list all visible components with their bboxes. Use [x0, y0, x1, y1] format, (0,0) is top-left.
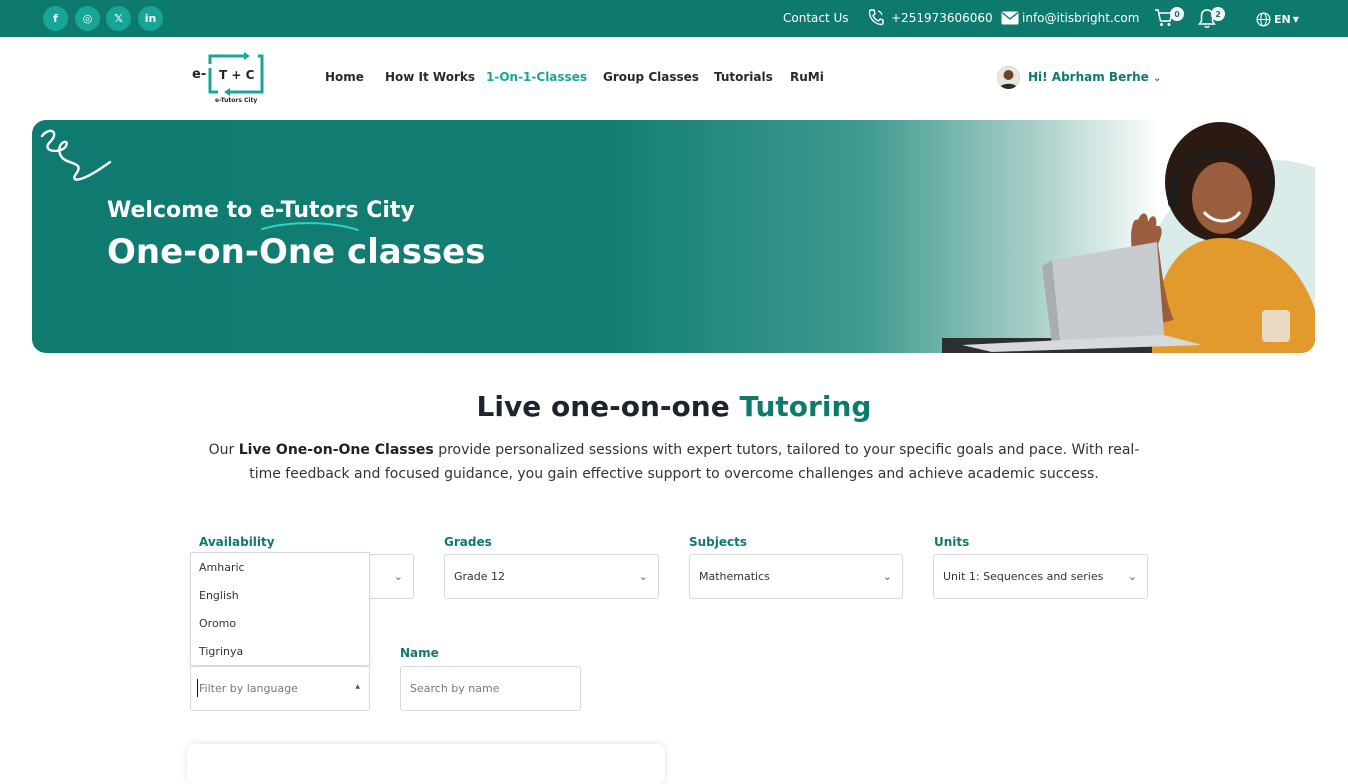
- section-title-main: Live one-on-one: [476, 390, 740, 423]
- grades-select[interactable]: Grade 12 ⌄: [444, 554, 659, 599]
- language-dropdown-menu: Amharic English Oromo Tigrinya: [190, 552, 370, 666]
- user-avatar-icon: [997, 66, 1020, 89]
- hero-title: One-on-One classes: [107, 232, 486, 272]
- language-option-oromo[interactable]: Oromo: [191, 609, 369, 637]
- caret-down-icon: ▼: [1292, 14, 1299, 24]
- caret-up-icon: ▲: [355, 683, 360, 690]
- language-option-tigrinya[interactable]: Tigrinya: [191, 637, 369, 665]
- name-search-placeholder: Search by name: [410, 682, 500, 695]
- grades-label: Grades: [444, 535, 492, 549]
- user-menu[interactable]: Hi! Abrham Berhe ⌄: [1028, 70, 1161, 84]
- hero-welcome-brand: e-Tutors: [259, 198, 359, 223]
- section-description: Our Live One-on-One Classes provide pers…: [208, 438, 1140, 486]
- nav-how-it-works[interactable]: How It Works: [385, 70, 475, 84]
- subjects-label: Subjects: [689, 535, 748, 549]
- chevron-down-icon: ⌄: [1127, 570, 1137, 583]
- nav-one-on-one-classes[interactable]: 1-On-1-Classes: [486, 70, 587, 84]
- hero-welcome-prefix: Welcome to: [107, 198, 260, 223]
- nav-rumi[interactable]: RuMi: [790, 70, 824, 84]
- hero-welcome-suffix: City: [358, 198, 415, 223]
- language-option-english[interactable]: English: [191, 581, 369, 609]
- grades-value: Grade 12: [454, 570, 506, 583]
- brand-underline-swoosh-icon: [260, 222, 359, 231]
- mail-icon: [1001, 11, 1019, 25]
- facebook-glyph: f: [53, 12, 58, 25]
- squiggle-decoration-icon: [40, 129, 112, 181]
- contact-us-link[interactable]: Contact Us: [783, 11, 849, 25]
- nav-group-classes[interactable]: Group Classes: [603, 70, 699, 84]
- phone-number[interactable]: +251973606060: [891, 11, 993, 25]
- tutor-card: [187, 744, 665, 784]
- subjects-select[interactable]: Mathematics ⌄: [689, 554, 903, 599]
- units-label: Units: [934, 535, 970, 549]
- linkedin-glyph: in: [144, 12, 157, 25]
- language-option-amharic[interactable]: Amharic: [191, 553, 369, 581]
- language-filter-input[interactable]: Filter by language ▲: [190, 666, 370, 711]
- section-title-accent: Tutoring: [739, 390, 872, 423]
- tutor-photo-illustration: [942, 122, 1315, 353]
- avatar[interactable]: [997, 66, 1020, 89]
- instagram-glyph: ◎: [82, 12, 93, 25]
- section-title: Live one-on-one Tutoring: [0, 390, 1348, 423]
- units-select[interactable]: Unit 1: Sequences and series ⌄: [933, 554, 1148, 599]
- facebook-icon[interactable]: f: [43, 6, 68, 31]
- chevron-down-icon: ⌄: [1153, 73, 1162, 84]
- chevron-down-icon: ⌄: [638, 570, 648, 583]
- hero-welcome-text: Welcome to e-Tutors City: [107, 198, 415, 231]
- chevron-down-icon: ⌄: [882, 570, 892, 583]
- instagram-icon[interactable]: ◎: [75, 6, 100, 31]
- phone-icon: [868, 9, 884, 26]
- availability-label: Availability: [199, 535, 275, 549]
- language-switcher[interactable]: EN ▼: [1256, 10, 1299, 28]
- name-search-input[interactable]: Search by name: [400, 666, 581, 711]
- linkedin-icon[interactable]: in: [138, 6, 163, 31]
- units-value: Unit 1: Sequences and series: [943, 570, 1104, 583]
- cart-count-badge: 0: [1170, 7, 1184, 21]
- nav-home[interactable]: Home: [325, 70, 364, 84]
- hero-banner: Welcome to e-Tutors City One-on-One clas…: [32, 120, 1315, 353]
- text-cursor: [197, 679, 198, 697]
- logo-letters: T + C: [219, 68, 255, 82]
- language-code: EN: [1274, 12, 1291, 26]
- notification-count-badge: 2: [1211, 7, 1225, 21]
- chevron-down-icon: ⌄: [393, 570, 403, 583]
- email-link[interactable]: info@itisbright.com: [1022, 11, 1139, 25]
- logo-caption: e-Tutors City: [215, 97, 258, 104]
- language-filter-placeholder: Filter by language: [199, 682, 298, 695]
- globe-icon: [1256, 12, 1271, 26]
- subjects-value: Mathematics: [699, 570, 770, 583]
- desc-bold: Live One-on-One Classes: [238, 442, 434, 458]
- top-bar: f ◎ 𝕏 in Contact Us +251973606060 info@i…: [0, 0, 1348, 37]
- hero-welcome-brand-wrap: e-Tutors: [259, 198, 359, 231]
- user-greeting: Hi! Abrham Berhe: [1028, 70, 1149, 84]
- x-glyph: 𝕏: [114, 12, 123, 25]
- nav-tutorials[interactable]: Tutorials: [714, 70, 773, 84]
- desc-prefix: Our: [208, 442, 239, 458]
- site-logo[interactable]: e- T + C e-Tutors City: [192, 52, 268, 108]
- name-label: Name: [400, 646, 439, 660]
- x-twitter-icon[interactable]: 𝕏: [106, 6, 131, 31]
